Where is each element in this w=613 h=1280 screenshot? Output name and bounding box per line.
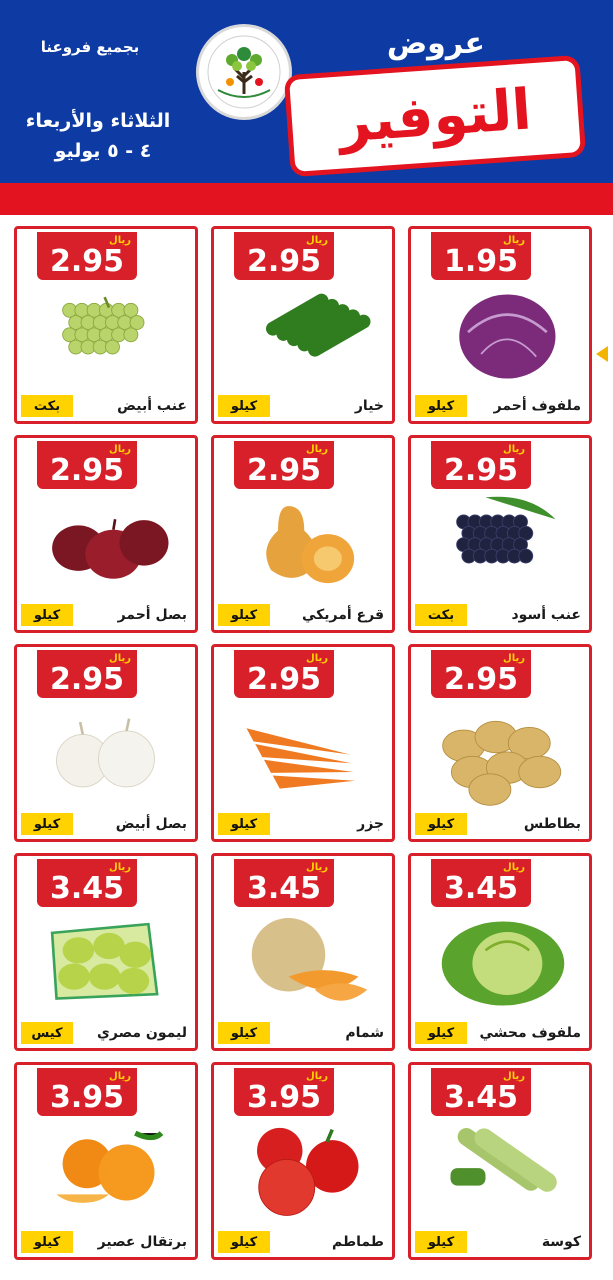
product-name: بصل أحمر [117,607,187,623]
red-cabbage-icon [433,284,573,389]
white-grapes-icon [39,284,179,389]
price-tag: ريال 2.95 [37,232,137,280]
price-value: 3.45 [443,871,519,906]
offer-dates: ٤ - ٥ يوليو [54,140,152,162]
price-tag: ريال 2.95 [234,441,334,489]
product-card[interactable]: ريال 3.95 طماطم كيلو [211,1062,395,1260]
unit-badge: كيلو [218,395,270,417]
price-tag: ريال 2.95 [431,441,531,489]
product-card[interactable]: ريال 3.45 ليمون مصري كيس [14,853,198,1051]
product-card[interactable]: ريال 2.95 خيار كيلو [211,226,395,424]
tree-logo-icon [196,24,292,120]
price-value: 1.95 [443,244,519,279]
price-tag: ريال 1.95 [431,232,531,280]
cucumber-icon [236,284,376,389]
black-grapes-icon [433,493,573,598]
price-tag: ريال 2.95 [37,650,137,698]
product-card[interactable]: ريال 3.45 ملفوف محشي كيلو [408,853,592,1051]
unit-badge: كيلو [218,1231,270,1253]
product-name: عنب أسود [511,607,581,623]
unit-badge: كيلو [218,813,270,835]
product-card[interactable]: ريال 3.45 شمام كيلو [211,853,395,1051]
unit-badge: كيلو [415,395,467,417]
product-card[interactable]: ريال 2.95 بصل أحمر كيلو [14,435,198,633]
unit-badge: كيلو [415,1231,467,1253]
unit-badge: بكت [415,604,467,626]
price-tag: ريال 3.95 [234,1068,334,1116]
orange-icon [39,1120,179,1225]
price-value: 3.45 [246,871,322,906]
price-value: 2.95 [246,662,322,697]
cantaloupe-icon [236,911,376,1016]
unit-badge: كيلو [21,1231,73,1253]
potato-icon [433,702,573,807]
price-value: 2.95 [49,453,125,488]
product-card[interactable]: ريال 2.95 قرع أمريكي كيلو [211,435,395,633]
price-tag: ريال 2.95 [431,650,531,698]
red-onion-icon [39,493,179,598]
carrot-icon [236,702,376,807]
price-value: 2.95 [246,453,322,488]
product-name: شمام [345,1025,384,1041]
offer-days: الثلاثاء والأربعاء [25,110,171,132]
price-value: 3.45 [443,1080,519,1115]
price-value: 2.95 [49,244,125,279]
price-tag: ريال 3.45 [431,859,531,907]
price-tag: ريال 2.95 [234,650,334,698]
price-tag: ريال 3.45 [234,859,334,907]
product-card[interactable]: ريال 3.45 كوسة كيلو [408,1062,592,1260]
unit-badge: كيلو [21,604,73,626]
butternut-squash-icon [236,493,376,598]
product-card[interactable]: ريال 3.95 برتقال عصير كيلو [14,1062,198,1260]
product-grid: ريال 2.95 عنب أبيض بكت ريال 2.95 خيار كيلو ريال 1… [14,226,593,1260]
header-red-stripe [0,183,613,215]
unit-badge: كيس [21,1022,73,1044]
product-name: طماطم [332,1234,384,1250]
price-value: 2.95 [443,662,519,697]
product-name: برتقال عصير [97,1234,187,1250]
side-arrow-icon [596,346,608,362]
product-name: جزر [357,816,384,832]
zucchini-icon [433,1120,573,1225]
lemon-bag-icon [39,911,179,1016]
product-name: قرع أمريكي [301,607,384,623]
unit-badge: كيلو [415,1022,467,1044]
product-name: ملفوف محشي [479,1025,581,1041]
product-name: بصل أبيض [115,816,187,832]
unit-badge: كيلو [415,813,467,835]
product-card[interactable]: ريال 2.95 عنب أسود بكت [408,435,592,633]
price-tag: ريال 3.95 [37,1068,137,1116]
product-name: عنب أبيض [117,398,187,414]
product-name: ملفوف أحمر [493,398,581,414]
green-cabbage-icon [433,911,573,1016]
price-value: 3.95 [49,1080,125,1115]
unit-badge: بكت [21,395,73,417]
unit-badge: كيلو [21,813,73,835]
price-value: 2.95 [49,662,125,697]
product-card[interactable]: ريال 2.95 جزر كيلو [211,644,395,842]
product-card[interactable]: ريال 1.95 ملفوف أحمر كيلو [408,226,592,424]
offers-title: عروض [386,26,485,61]
product-card[interactable]: ريال 2.95 بصل أبيض كيلو [14,644,198,842]
product-name: ليمون مصري [97,1025,187,1041]
unit-badge: كيلو [218,1022,270,1044]
price-tag: ريال 3.45 [431,1068,531,1116]
price-tag: ريال 2.95 [234,232,334,280]
price-value: 3.45 [49,871,125,906]
price-value: 2.95 [443,453,519,488]
white-onion-icon [39,702,179,807]
product-name: خيار [354,398,384,414]
product-card[interactable]: ريال 2.95 بطاطس كيلو [408,644,592,842]
tomato-icon [236,1120,376,1225]
price-value: 3.95 [246,1080,322,1115]
price-tag: ريال 2.95 [37,441,137,489]
unit-badge: كيلو [218,604,270,626]
price-value: 2.95 [246,244,322,279]
price-tag: ريال 3.45 [37,859,137,907]
branches-text: بجميع فروعنا [40,38,140,56]
product-name: كوسة [541,1234,581,1250]
product-card[interactable]: ريال 2.95 عنب أبيض بكت [14,226,198,424]
product-name: بطاطس [523,816,581,832]
